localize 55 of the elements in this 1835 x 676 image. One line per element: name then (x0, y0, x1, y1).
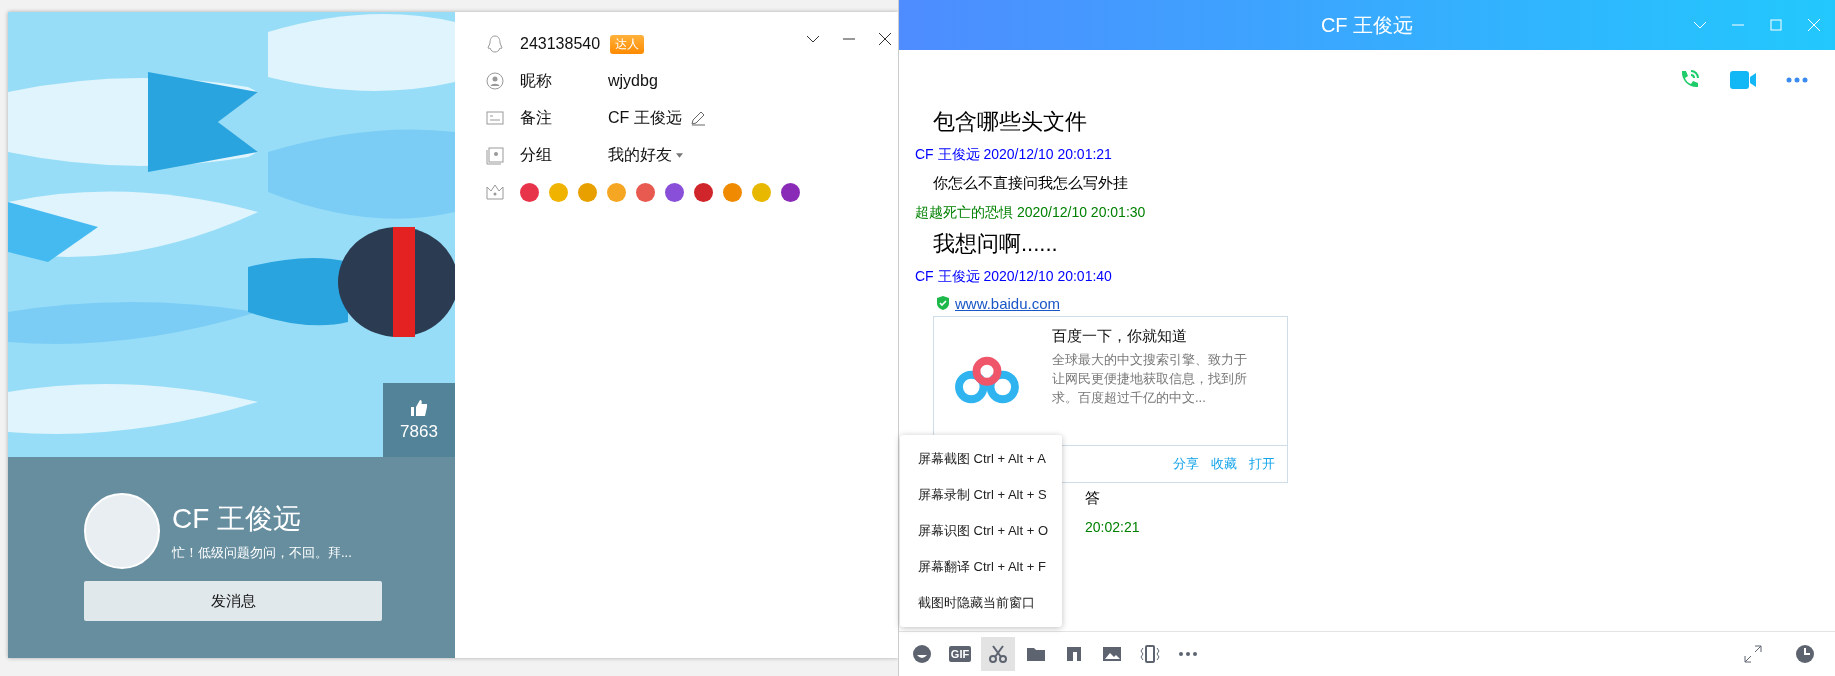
image-icon (1102, 644, 1122, 664)
pencil-icon[interactable] (689, 110, 706, 126)
medal-icon[interactable] (694, 182, 713, 202)
phone-shake-icon (1140, 644, 1160, 664)
field-label: 备注 (520, 107, 553, 128)
sender-timestamp: CF 王俊远 2020/12/10 20:01:21 (915, 145, 1112, 164)
close-icon[interactable] (878, 32, 892, 46)
message-text: 答 (1085, 488, 1100, 508)
sender-timestamp: 超越死亡的恐惧 2020/12/10 20:01:30 (915, 203, 1146, 222)
penguin-outline-icon (485, 34, 505, 54)
card-description: 全球最大的中文搜索引擎、致力于让网民更便捷地获取信息，找到所求。百度超过千亿的中文... (1052, 351, 1248, 407)
field-label: 分组 (520, 144, 553, 165)
menu-item[interactable]: 屏幕翻译 Ctrl + Alt + F (900, 549, 1063, 585)
medal-icon[interactable] (520, 182, 539, 202)
timestamp: 20:02:21 (1085, 518, 1140, 537)
field-value: wjydbg (608, 72, 658, 90)
field-value: 我的好友 (608, 144, 672, 165)
menu-item[interactable]: 屏幕识图 Ctrl + Alt + O (900, 513, 1063, 549)
likes-count: 7863 (400, 422, 438, 442)
message-text: 我想问啊...... (932, 230, 1058, 258)
scissors-icon (988, 644, 1008, 664)
caret-icon[interactable] (676, 152, 683, 158)
clock-icon[interactable] (1795, 644, 1815, 664)
video-camera-icon[interactable] (1729, 68, 1757, 92)
field-label: 昵称 (520, 70, 553, 91)
smiley-icon (912, 644, 932, 664)
window-title: CF 王俊远 (1320, 12, 1414, 38)
sender-timestamp: CF 王俊远 2020/12/10 20:01:40 (915, 267, 1112, 286)
url-link[interactable]: www.baidu.com (955, 294, 1061, 312)
thumbs-up-icon (409, 398, 429, 418)
message-text: 你怎么不直接问我怎么写外挂 (932, 173, 1128, 193)
toolbar-button[interactable]: GIF (943, 637, 977, 671)
medal-icon[interactable] (781, 182, 800, 202)
medal-icon[interactable] (636, 182, 655, 202)
signature: 忙！低级问题勿问，不回。拜... (172, 544, 352, 562)
expert-badge: 达人 (610, 34, 645, 54)
toolbar-button[interactable] (981, 637, 1015, 671)
qq-number: 243138540 (520, 35, 601, 53)
person-circle-icon (485, 71, 505, 91)
card-icon (485, 108, 505, 128)
more-icon (1178, 651, 1198, 657)
likes-badge[interactable]: 7863 (383, 383, 455, 457)
crown-icon (485, 182, 505, 202)
contact-card-icon (485, 145, 505, 165)
message-text: 包含哪些头文件 (932, 108, 1087, 136)
medal-icon[interactable] (665, 182, 684, 202)
menu-item[interactable]: 截图时隐藏当前窗口 (900, 585, 1063, 621)
send-message-button[interactable]: 发消息 (84, 581, 382, 621)
profile-name: CF 王俊远 (172, 502, 303, 536)
menu-item[interactable]: 屏幕录制 Ctrl + Alt + S (900, 477, 1063, 513)
card-title: 百度一下，你就知道 (1052, 327, 1188, 346)
gif-icon: GIF (948, 646, 972, 662)
field-value: CF 王俊远 (608, 107, 682, 128)
expand-icon[interactable] (1743, 644, 1763, 664)
shield-check-icon (935, 295, 951, 311)
